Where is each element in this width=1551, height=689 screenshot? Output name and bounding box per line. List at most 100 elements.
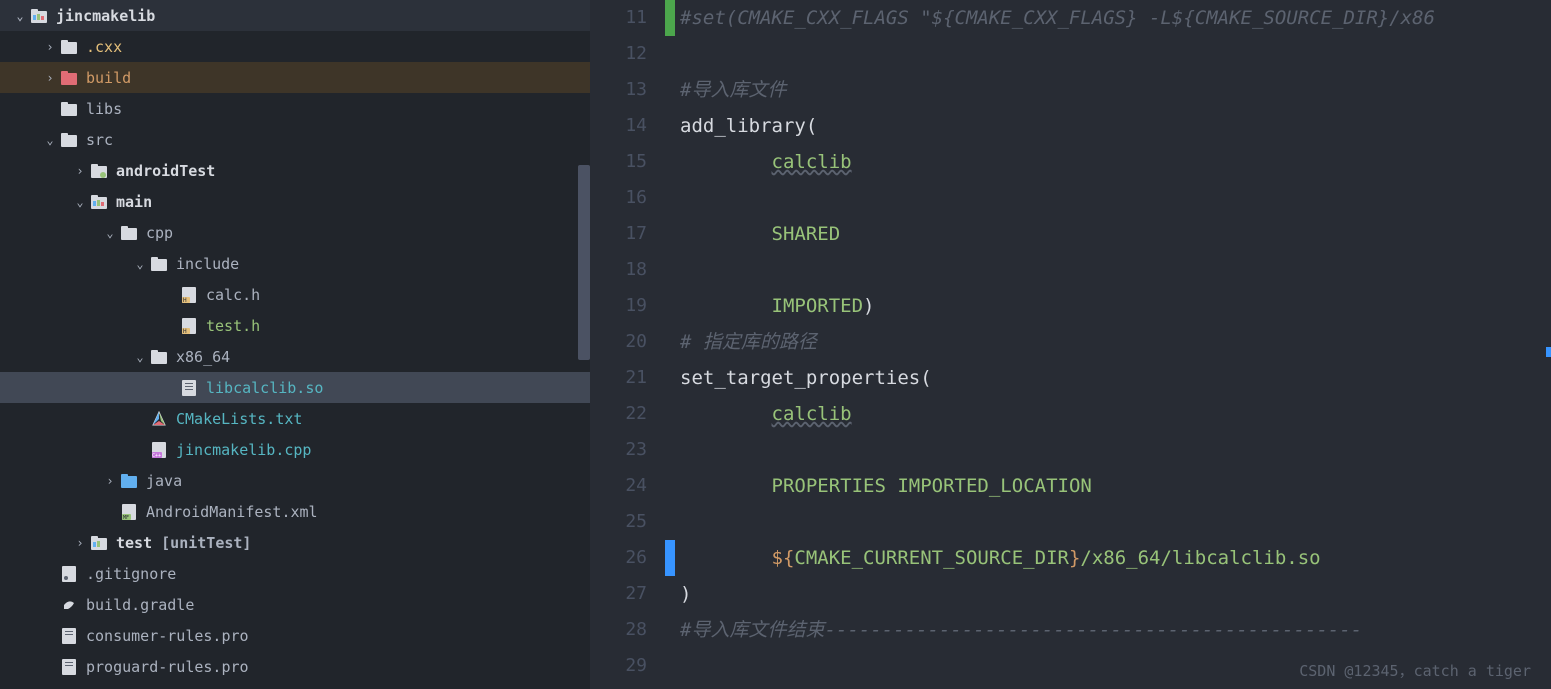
code-editor[interactable]: 11 12 13 14 15 16 17 18 19 20 21 22 23 2… — [590, 0, 1551, 689]
svg-text:MF: MF — [123, 515, 129, 520]
code-line — [680, 252, 1551, 288]
project-tree-sidebar[interactable]: ⌄ jincmakelib › .cxx › build libs ⌄ src … — [0, 0, 590, 689]
manifest-file-icon: MF — [120, 504, 138, 520]
svg-text:H: H — [183, 297, 187, 303]
tree-item-cxx[interactable]: › .cxx — [0, 31, 590, 62]
header-file-icon: H — [180, 287, 198, 303]
tree-item-test[interactable]: › test [unitTest] — [0, 527, 590, 558]
tree-item-manifest[interactable]: MF AndroidManifest.xml — [0, 496, 590, 527]
line-number: 26 — [590, 540, 647, 576]
chevron-down-icon: ⌄ — [40, 133, 60, 147]
tree-item-gitignore[interactable]: .gitignore — [0, 558, 590, 589]
header-file-icon: H — [180, 318, 198, 334]
chevron-down-icon: ⌄ — [130, 350, 150, 364]
svg-text:H: H — [183, 328, 187, 334]
code-line — [680, 36, 1551, 72]
tree-item-x86-64[interactable]: ⌄ x86_64 — [0, 341, 590, 372]
line-number: 19 — [590, 288, 647, 324]
tree-label: include — [176, 255, 239, 273]
chevron-down-icon: ⌄ — [10, 9, 30, 23]
tree-item-cpp[interactable]: ⌄ cpp — [0, 217, 590, 248]
line-number: 20 — [590, 324, 647, 360]
line-number: 14 — [590, 108, 647, 144]
gradle-file-icon — [60, 597, 78, 613]
code-line: ) — [680, 576, 1551, 612]
code-line — [680, 432, 1551, 468]
line-number: 13 — [590, 72, 647, 108]
svg-text:C++: C++ — [152, 453, 161, 458]
tree-item-androidtest[interactable]: › androidTest — [0, 155, 590, 186]
tree-item-consumer-rules[interactable]: consumer-rules.pro — [0, 620, 590, 651]
tree-item-proguard-rules[interactable]: proguard-rules.pro — [0, 651, 590, 682]
change-mark-blue — [665, 540, 675, 576]
tree-item-jincmakelib-cpp[interactable]: C++ jincmakelib.cpp — [0, 434, 590, 465]
line-number: 16 — [590, 180, 647, 216]
tree-item-build[interactable]: › build — [0, 62, 590, 93]
chevron-down-icon: ⌄ — [70, 195, 90, 209]
folder-icon — [60, 101, 78, 117]
folder-icon — [120, 473, 138, 489]
code-line: #导入库文件结束--------------------------------… — [680, 612, 1551, 648]
line-number: 12 — [590, 36, 647, 72]
tree-item-include[interactable]: ⌄ include — [0, 248, 590, 279]
tree-item-build-gradle[interactable]: build.gradle — [0, 589, 590, 620]
chevron-right-icon: › — [40, 40, 60, 54]
folder-icon — [60, 39, 78, 55]
line-number: 17 — [590, 216, 647, 252]
chevron-right-icon: › — [40, 71, 60, 85]
code-line: add_library( — [680, 108, 1551, 144]
line-number: 25 — [590, 504, 647, 540]
code-line: IMPORTED) — [680, 288, 1551, 324]
tree-item-test-h[interactable]: H test.h — [0, 310, 590, 341]
tree-label: java — [146, 472, 182, 490]
code-line: calclib — [680, 144, 1551, 180]
tree-label: CMakeLists.txt — [176, 410, 302, 428]
line-gutter: 11 12 13 14 15 16 17 18 19 20 21 22 23 2… — [590, 0, 665, 689]
file-icon — [60, 628, 78, 644]
tree-label: src — [86, 131, 113, 149]
tree-label: x86_64 — [176, 348, 230, 366]
code-line: SHARED — [680, 216, 1551, 252]
code-line: # 指定库的路径 — [680, 324, 1551, 360]
watermark: CSDN @12345，catch a tiger — [1299, 660, 1531, 681]
file-icon — [180, 380, 198, 396]
folder-icon — [150, 349, 168, 365]
code-line: ${CMAKE_CURRENT_SOURCE_DIR}/x86_64/libca… — [680, 540, 1551, 576]
sidebar-scrollbar[interactable] — [578, 165, 590, 360]
module-icon — [90, 163, 108, 179]
tree-item-libs[interactable]: libs — [0, 93, 590, 124]
tree-label: main — [116, 193, 152, 211]
folder-icon — [150, 256, 168, 272]
folder-icon — [60, 132, 78, 148]
tree-item-cmakelists[interactable]: CMakeLists.txt — [0, 403, 590, 434]
tree-item-main[interactable]: ⌄ main — [0, 186, 590, 217]
code-line — [680, 504, 1551, 540]
tree-item-libcalclib[interactable]: libcalclib.so — [0, 372, 590, 403]
code-area[interactable]: #set(CMAKE_CXX_FLAGS "${CMAKE_CXX_FLAGS}… — [680, 0, 1551, 689]
code-line: set_target_properties( — [680, 360, 1551, 396]
code-line: #导入库文件 — [680, 72, 1551, 108]
file-icon — [60, 659, 78, 675]
line-number: 23 — [590, 432, 647, 468]
tree-label: consumer-rules.pro — [86, 627, 249, 645]
tree-root[interactable]: ⌄ jincmakelib — [0, 0, 590, 31]
line-number: 29 — [590, 648, 647, 684]
code-line: PROPERTIES IMPORTED_LOCATION — [680, 468, 1551, 504]
line-number: 22 — [590, 396, 647, 432]
tree-item-src[interactable]: ⌄ src — [0, 124, 590, 155]
tree-item-calc-h[interactable]: H calc.h — [0, 279, 590, 310]
chevron-right-icon: › — [70, 536, 90, 550]
tree-label: build.gradle — [86, 596, 194, 614]
tree-label: jincmakelib — [56, 7, 155, 25]
tree-label: jincmakelib.cpp — [176, 441, 311, 459]
line-number: 18 — [590, 252, 647, 288]
module-icon — [30, 8, 48, 24]
change-marks — [665, 0, 680, 689]
minimap-mark — [1546, 347, 1551, 357]
line-number: 15 — [590, 144, 647, 180]
tree-item-java[interactable]: › java — [0, 465, 590, 496]
tree-label: proguard-rules.pro — [86, 658, 249, 676]
tree-label: libcalclib.so — [206, 379, 323, 397]
folder-icon — [60, 70, 78, 86]
tree-label: androidTest — [116, 162, 215, 180]
